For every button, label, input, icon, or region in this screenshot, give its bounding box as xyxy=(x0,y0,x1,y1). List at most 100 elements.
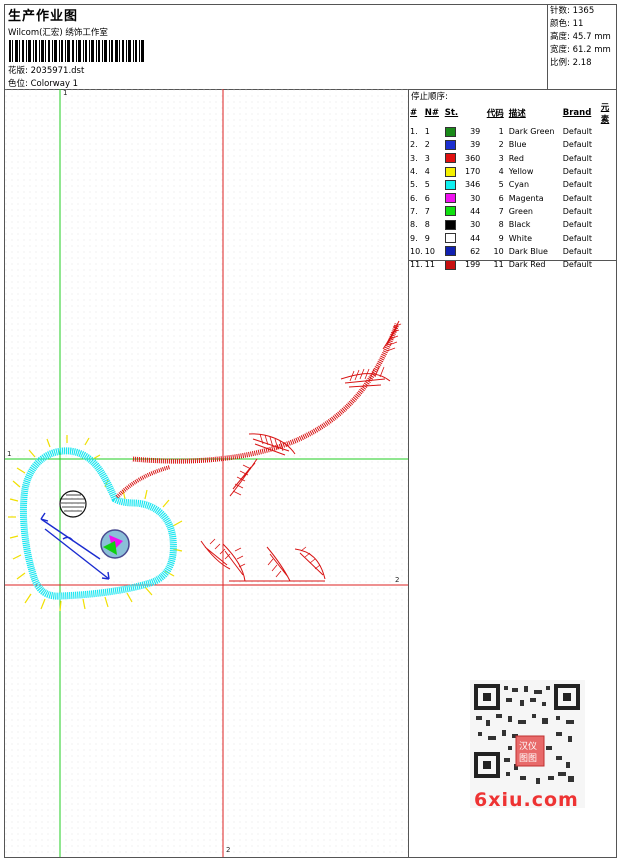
row-code: 10 xyxy=(493,246,504,256)
row-needle: 3 xyxy=(424,153,430,163)
row-code: 6 xyxy=(498,193,504,203)
row-desc: White xyxy=(508,233,532,243)
row-element xyxy=(600,218,616,231)
row-stitches: 30 xyxy=(444,218,486,231)
row-brand: Default xyxy=(562,246,592,256)
color-swatch-icon xyxy=(444,219,456,230)
row-index: 7. xyxy=(410,206,418,216)
design-canvas[interactable]: 1 1 2 2 xyxy=(5,89,409,857)
row-needle: 6 xyxy=(424,193,430,203)
row-index: 1. xyxy=(410,127,418,137)
row-element xyxy=(600,138,616,151)
row-brand: Default xyxy=(562,127,592,137)
table-row: 8. 8 30 8 Black Default xyxy=(409,218,616,231)
row-stitches: 30 xyxy=(444,191,486,204)
page-title: 生产作业图 xyxy=(8,9,79,24)
row-index: 4. xyxy=(410,167,418,177)
svg-text:汉仪: 汉仪 xyxy=(519,741,537,752)
row-code: 9 xyxy=(498,233,504,243)
row-element xyxy=(600,205,616,218)
row-index: 3. xyxy=(410,153,418,163)
color-swatch-icon xyxy=(444,153,456,164)
row-code: 1 xyxy=(498,127,504,137)
row-index: 2. xyxy=(410,140,418,150)
table-row: 4. 4 170 4 Yellow Default xyxy=(409,165,616,178)
stat-height: 高度: 45.7 mm xyxy=(550,32,611,42)
row-index: 9. xyxy=(410,233,418,243)
row-needle: 2 xyxy=(424,140,430,150)
table-row: 3. 3 360 3 Red Default xyxy=(409,152,616,165)
row-brand: Default xyxy=(562,220,592,230)
stat-stitches: 针数: 1365 xyxy=(550,6,595,16)
color-swatch-icon xyxy=(444,259,456,270)
guide-label-top-1: 1 xyxy=(63,89,68,97)
table-row: 2. 2 39 2 Blue Default xyxy=(409,138,616,151)
row-brand: Default xyxy=(562,180,592,190)
row-stitches: 170 xyxy=(444,165,486,178)
table-row: 5. 5 346 5 Cyan Default xyxy=(409,178,616,191)
row-desc: Cyan xyxy=(508,180,530,190)
table-header: # N# St. 代码 描述 Brand 元素 xyxy=(410,103,610,125)
row-needle: 7 xyxy=(424,206,430,216)
row-needle: 4 xyxy=(424,167,430,177)
color-swatch-icon xyxy=(444,193,456,204)
table-divider xyxy=(409,260,616,261)
row-index: 6. xyxy=(410,193,418,203)
guide-label-left-1: 1 xyxy=(7,450,12,458)
table-row: 7. 7 44 7 Green Default xyxy=(409,205,616,218)
row-index: 10. xyxy=(410,246,423,256)
header-info: 生产作业图 Wilcom(汇宏) 绣饰工作室 花版: 2035971.dst 色… xyxy=(5,5,548,89)
row-stitches: 44 xyxy=(444,231,486,244)
color-swatch-icon xyxy=(444,166,456,177)
row-element xyxy=(600,165,616,178)
row-stitches: 44 xyxy=(444,205,486,218)
table-row: 6. 6 30 6 Magenta Default xyxy=(409,191,616,204)
color-swatch-icon xyxy=(444,126,456,137)
row-needle: 1 xyxy=(424,127,430,137)
file-name: 花版: 2035971.dst xyxy=(8,66,85,76)
row-brand: Default xyxy=(562,233,592,243)
barcode-icon xyxy=(9,40,144,62)
stat-width: 宽度: 61.2 mm xyxy=(550,45,611,55)
row-element xyxy=(600,125,616,138)
row-element xyxy=(600,191,616,204)
row-brand: Default xyxy=(562,206,592,216)
row-needle: 8 xyxy=(424,220,430,230)
row-code: 8 xyxy=(498,220,504,230)
row-brand: Default xyxy=(562,167,592,177)
row-index: 5. xyxy=(410,180,418,190)
row-needle: 9 xyxy=(424,233,430,243)
row-element xyxy=(600,178,616,191)
stop-sequence-panel: 停止顺序: # N# St. 代码 描述 Brand 元素 1. 1 39 1 Dar… xyxy=(409,89,616,857)
stats-panel: 针数: 1365 颜色: 11 高度: 45.7 mm 宽度: 61.2 mm … xyxy=(547,5,616,89)
row-desc: Dark Green xyxy=(508,127,555,137)
color-swatch-icon xyxy=(444,179,456,190)
site-watermark: 6xiu.com xyxy=(474,789,579,811)
row-element xyxy=(600,152,616,165)
row-brand: Default xyxy=(562,153,592,163)
row-code: 4 xyxy=(498,167,504,177)
row-element xyxy=(600,231,616,244)
row-code: 3 xyxy=(498,153,504,163)
stat-scale: 比例: 2.18 xyxy=(550,58,592,68)
row-desc: Red xyxy=(508,153,524,163)
row-code: 5 xyxy=(498,180,504,190)
guide-label-bottom-2: 2 xyxy=(226,846,231,854)
row-desc: Dark Blue xyxy=(508,246,548,256)
row-code: 2 xyxy=(498,140,504,150)
color-swatch-icon xyxy=(444,233,456,244)
row-desc: Green xyxy=(508,206,533,216)
row-brand: Default xyxy=(562,140,592,150)
table-row: 9. 9 44 9 White Default xyxy=(409,231,616,244)
table-row: 1. 1 39 1 Dark Green Default xyxy=(409,125,616,138)
row-needle: 10 xyxy=(424,246,435,256)
color-swatch-icon xyxy=(444,139,456,150)
row-needle: 5 xyxy=(424,180,430,190)
row-desc: Magenta xyxy=(508,193,544,203)
row-desc: Blue xyxy=(508,140,527,150)
table-row: 10. 10 62 10 Dark Blue Default xyxy=(409,245,616,258)
row-element xyxy=(600,245,616,258)
colorway: 色位: Colorway 1 xyxy=(8,79,79,89)
stat-colors: 颜色: 11 xyxy=(550,19,584,29)
row-stitches: 39 xyxy=(444,125,486,138)
